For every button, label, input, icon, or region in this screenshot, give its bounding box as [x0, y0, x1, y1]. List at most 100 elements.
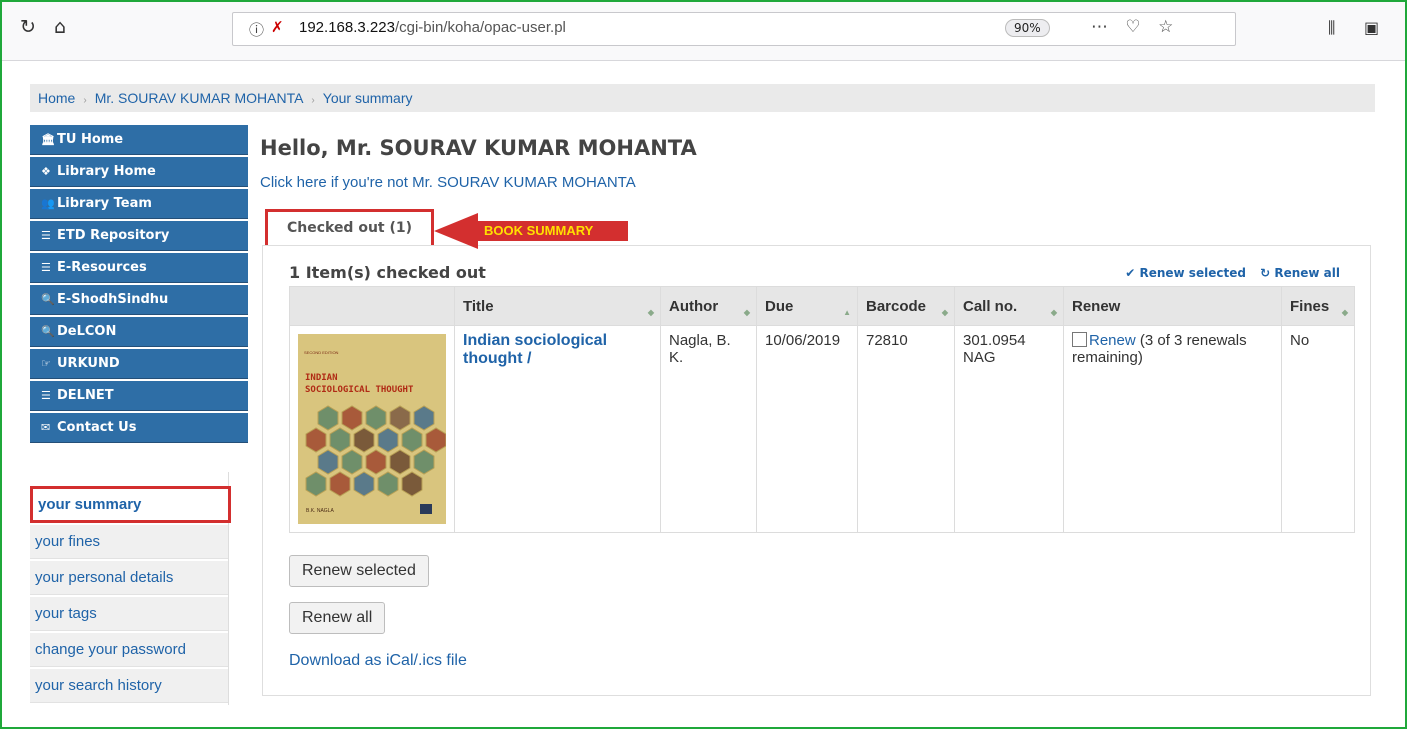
col-call-no-label: Call no. [963, 297, 1018, 315]
nav-e-resources[interactable]: ☰ E-Resources [30, 253, 248, 283]
database-icon: ☰ [41, 389, 51, 402]
nav-library-home[interactable]: ❖ Library Home [30, 157, 248, 187]
col-fines[interactable]: Fines ◆ [1281, 286, 1355, 326]
star-icon[interactable]: ☆ [1158, 17, 1179, 37]
nav-label: TU Home [57, 132, 124, 147]
sort-icon: ◆ [1050, 308, 1057, 317]
nav-urkund[interactable]: ☞ URKUND [30, 349, 248, 379]
screenshot-frame: ↻ ⌂ ⓘ ✗ 192.168.3.223/cgi-bin/koha/opac-… [0, 0, 1407, 729]
download-ical-link[interactable]: Download as iCal/.ics file [289, 652, 467, 670]
url-bar[interactable]: ⓘ ✗ 192.168.3.223/cgi-bin/koha/opac-user… [232, 12, 1236, 46]
envelope-icon: ✉ [41, 421, 51, 434]
pocket-icon[interactable]: ♡ [1125, 17, 1146, 37]
renew-link[interactable]: Renew [1089, 332, 1136, 349]
col-barcode[interactable]: Barcode ◆ [857, 286, 955, 326]
col-fines-label: Fines [1290, 297, 1330, 315]
nav-delnet[interactable]: ☰ DELNET [30, 381, 248, 411]
col-renew: Renew [1063, 286, 1282, 326]
sort-icon: ◆ [647, 308, 654, 317]
breadcrumb-separator-icon: › [311, 95, 315, 106]
due-cell: 10/06/2019 [756, 325, 858, 533]
nav-label: Contact Us [57, 420, 137, 435]
user-nav-personal-details[interactable]: your personal details [30, 561, 228, 595]
database-icon: ☰ [41, 229, 51, 242]
url-actions: ⋯ ♡ ☆ [1091, 17, 1179, 37]
database-icon: ☰ [41, 261, 51, 274]
col-title[interactable]: Title ◆ [454, 286, 661, 326]
cover-cell: SECOND EDITION INDIAN SOCIOLOGICAL THOUG… [289, 325, 455, 533]
user-nav-change-password[interactable]: change your password [30, 633, 228, 667]
book-cover-image[interactable]: SECOND EDITION INDIAN SOCIOLOGICAL THOUG… [298, 334, 446, 524]
breadcrumb-user[interactable]: Mr. SOURAV KUMAR MOHANTA [95, 90, 304, 106]
nav-label: E-Resources [57, 260, 147, 275]
cover-edition-text: SECOND EDITION [304, 350, 339, 355]
search-icon: 🔍 [41, 293, 55, 306]
nav-label: Library Home [57, 164, 156, 179]
greeting-heading: Hello, Mr. SOURAV KUMAR MOHANTA [260, 136, 697, 160]
user-nav-search-history[interactable]: your search history [30, 669, 228, 703]
url-path: /cgi-bin/koha/opac-user.pl [394, 19, 566, 36]
table-header-row: Title ◆ Author ◆ Due ▲ Barcode ◆ Call no. ◆ R… [289, 286, 1355, 326]
home-icon[interactable]: ⌂ [54, 16, 66, 38]
col-cover [289, 286, 455, 326]
renew-selected-button[interactable]: Renew selected [289, 555, 429, 587]
nav-label: DELNET [57, 388, 114, 403]
col-call-no[interactable]: Call no. ◆ [954, 286, 1064, 326]
nav-etd-repository[interactable]: ☰ ETD Repository [30, 221, 248, 251]
url-text[interactable]: 192.168.3.223/cgi-bin/koha/opac-user.pl [299, 19, 566, 36]
renew-links: ✔ Renew selected ↻ Renew all [1115, 266, 1340, 280]
book-summary-annotation: BOOK SUMMARY [484, 223, 594, 238]
breadcrumb-home[interactable]: Home [38, 90, 75, 106]
info-icon[interactable]: ⓘ [249, 19, 264, 40]
user-nav-summary[interactable]: your summary [30, 486, 231, 523]
col-due[interactable]: Due ▲ [756, 286, 858, 326]
col-due-label: Due [765, 297, 794, 315]
tab-checked-out[interactable]: Checked out (1) [265, 209, 434, 245]
author-cell: Nagla, B. K. [660, 325, 757, 533]
renew-selected-link[interactable]: ✔ Renew selected [1125, 266, 1246, 280]
renew-all-link[interactable]: ↻ Renew all [1260, 266, 1340, 280]
sort-asc-icon: ▲ [843, 308, 851, 317]
checkouts-table: Title ◆ Author ◆ Due ▲ Barcode ◆ Call no. ◆ R… [289, 286, 1355, 533]
nav-library-team[interactable]: 👥 Library Team [30, 189, 248, 219]
col-author[interactable]: Author ◆ [660, 286, 757, 326]
reload-icon[interactable]: ↻ [20, 16, 36, 38]
nav-e-shodhsindhu[interactable]: 🔍 E-ShodhSindhu [30, 285, 248, 315]
user-nav-tags[interactable]: your tags [30, 597, 228, 631]
renew-cell: Renew (3 of 3 renewals remaining) [1063, 325, 1282, 533]
library-nav: 🏛 TU Home ❖ Library Home 👥 Library Team ☰ ET… [30, 125, 248, 445]
more-icon[interactable]: ⋯ [1091, 17, 1114, 37]
cover-title-text: INDIAN SOCIOLOGICAL THOUGHT [305, 373, 414, 395]
nav-label: ETD Repository [57, 228, 170, 243]
barcode-cell: 72810 [857, 325, 955, 533]
sort-icon: ◆ [743, 308, 750, 317]
sort-icon: ◆ [941, 308, 948, 317]
nav-contact-us[interactable]: ✉ Contact Us [30, 413, 248, 443]
col-title-label: Title [463, 297, 494, 315]
fines-cell: No [1281, 325, 1355, 533]
insecure-lock-icon[interactable]: ✗ [271, 18, 284, 36]
nav-delcon[interactable]: 🔍 DeLCON [30, 317, 248, 347]
nav-label: E-ShodhSindhu [57, 292, 169, 307]
user-account-nav: your summary your fines your personal de… [30, 472, 231, 705]
browser-toolbar: ↻ ⌂ ⓘ ✗ 192.168.3.223/cgi-bin/koha/opac-… [2, 2, 1405, 61]
sidebar-icon[interactable]: ▣ [1364, 18, 1379, 37]
not-me-link[interactable]: Click here if you're not Mr. SOURAV KUMA… [260, 174, 636, 191]
renew-all-button[interactable]: Renew all [289, 602, 386, 634]
breadcrumb: Home › Mr. SOURAV KUMAR MOHANTA › Your summa… [30, 84, 1375, 112]
search-icon: 🔍 [41, 325, 55, 338]
zoom-level[interactable]: 90% [1005, 19, 1050, 37]
breadcrumb-summary[interactable]: Your summary [323, 90, 413, 106]
checked-out-panel: 1 Item(s) checked out ✔ Renew selected ↻… [262, 245, 1371, 696]
breadcrumb-separator-icon: › [83, 95, 87, 106]
col-barcode-label: Barcode [866, 297, 927, 315]
library-icon[interactable]: ⫼ [1328, 18, 1335, 38]
user-nav-fines[interactable]: your fines [30, 525, 228, 559]
nav-label: Library Team [57, 196, 152, 211]
institution-icon: 🏛 [41, 133, 55, 146]
users-icon: 👥 [41, 197, 55, 210]
nav-tu-home[interactable]: 🏛 TU Home [30, 125, 248, 155]
cover-author-text: B.K. NAGLA [306, 508, 334, 514]
book-title-link[interactable]: Indian sociological thought / [463, 332, 607, 367]
renew-checkbox[interactable] [1072, 332, 1087, 347]
